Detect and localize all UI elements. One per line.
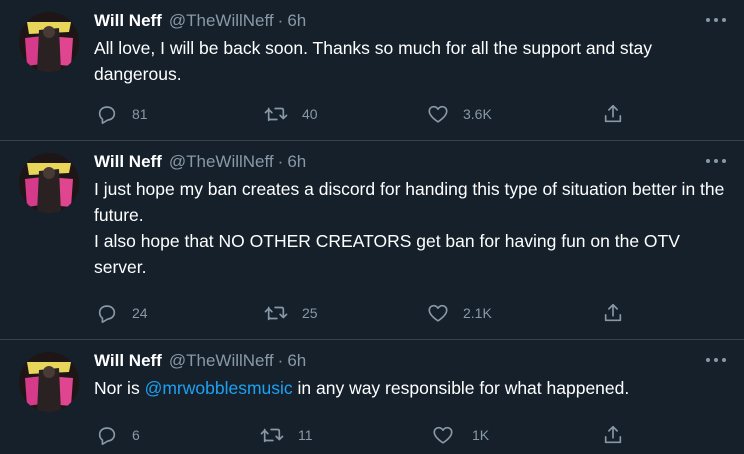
avatar-image	[19, 153, 79, 213]
retweet-button[interactable]: 25	[264, 302, 318, 324]
tweet-text-line: I also hope that NO OTHER CREATORS get b…	[94, 231, 680, 277]
retweet-count: 25	[302, 305, 318, 321]
reply-count: 6	[132, 427, 140, 443]
author-handle[interactable]: @TheWillNeff	[169, 11, 274, 31]
retweet-icon	[264, 103, 288, 125]
like-count: 2.1K	[463, 305, 492, 321]
like-count: 1K	[472, 427, 490, 443]
tweet[interactable]: Will Neff @TheWillNeff · 6h I just hope …	[0, 141, 744, 340]
mention-link[interactable]: @mrwobblesmusic	[145, 378, 293, 398]
share-button[interactable]	[602, 302, 624, 324]
tweet-actions: 81 40 3.6K	[94, 103, 634, 125]
retweet-icon	[260, 424, 284, 446]
tweet-feed: Will Neff @TheWillNeff · 6h All love, I …	[0, 0, 744, 454]
like-button[interactable]: 2.1K	[427, 302, 492, 324]
avatar[interactable]	[19, 352, 79, 412]
tweet-text: I just hope my ban creates a discord for…	[94, 176, 734, 280]
tweet[interactable]: Will Neff @TheWillNeff · 6h All love, I …	[0, 0, 744, 141]
tweet-timestamp[interactable]: 6h	[287, 351, 306, 371]
heart-icon	[427, 103, 449, 125]
more-options-icon[interactable]	[706, 153, 726, 169]
tweet-header: Will Neff @TheWillNeff · 6h	[94, 10, 306, 32]
tweet-text: Nor is @mrwobblesmusic in any way respon…	[94, 375, 734, 401]
tweet-timestamp[interactable]: 6h	[287, 11, 306, 31]
share-button[interactable]	[602, 103, 624, 125]
retweet-icon	[264, 302, 288, 324]
author-name[interactable]: Will Neff	[94, 152, 162, 172]
share-icon	[602, 302, 624, 324]
tweet-text-before: Nor is	[94, 378, 145, 398]
reply-count: 81	[132, 106, 148, 122]
more-options-icon[interactable]	[706, 352, 726, 368]
author-name[interactable]: Will Neff	[94, 351, 162, 371]
tweet-text-line: All love, I will be back soon. Thanks so…	[94, 38, 653, 84]
tweet-actions: 24 25 2.1K	[94, 302, 634, 324]
author-handle[interactable]: @TheWillNeff	[169, 152, 274, 172]
like-button[interactable]: 1K	[432, 424, 489, 446]
retweet-button[interactable]: 40	[264, 103, 318, 125]
heart-icon	[432, 424, 454, 446]
tweet-text-line: Nor is @mrwobblesmusic in any way respon…	[94, 375, 734, 401]
tweet-text-after: in any way responsible for what happened…	[292, 378, 630, 398]
retweet-count: 40	[302, 106, 318, 122]
reply-button[interactable]: 81	[96, 103, 148, 125]
tweet[interactable]: Will Neff @TheWillNeff · 6h Nor is @mrwo…	[0, 340, 744, 454]
header-separator: ·	[277, 152, 284, 171]
author-handle[interactable]: @TheWillNeff	[169, 351, 274, 371]
reply-icon	[96, 424, 118, 446]
avatar-image	[19, 12, 79, 72]
tweet-text: All love, I will be back soon. Thanks so…	[94, 35, 734, 87]
reply-button[interactable]: 6	[96, 424, 140, 446]
header-separator: ·	[277, 351, 284, 370]
author-name[interactable]: Will Neff	[94, 11, 162, 31]
tweet-header: Will Neff @TheWillNeff · 6h	[94, 151, 306, 173]
tweet-timestamp[interactable]: 6h	[287, 152, 306, 172]
more-options-icon[interactable]	[706, 12, 726, 28]
like-count: 3.6K	[463, 106, 492, 122]
reply-count: 24	[132, 305, 148, 321]
tweet-header: Will Neff @TheWillNeff · 6h	[94, 350, 306, 372]
tweet-text-line: I just hope my ban creates a discord for…	[94, 179, 725, 225]
tweet-actions: 6 11 1K	[94, 424, 634, 446]
avatar[interactable]	[19, 12, 79, 72]
avatar[interactable]	[19, 153, 79, 213]
share-icon	[602, 424, 624, 446]
reply-icon	[96, 103, 118, 125]
heart-icon	[427, 302, 449, 324]
avatar-image	[19, 352, 79, 412]
share-button[interactable]	[602, 424, 624, 446]
retweet-button[interactable]: 11	[260, 424, 313, 446]
header-separator: ·	[277, 11, 284, 30]
retweet-count: 11	[298, 427, 313, 443]
reply-icon	[96, 302, 118, 324]
reply-button[interactable]: 24	[96, 302, 148, 324]
like-button[interactable]: 3.6K	[427, 103, 492, 125]
share-icon	[602, 103, 624, 125]
